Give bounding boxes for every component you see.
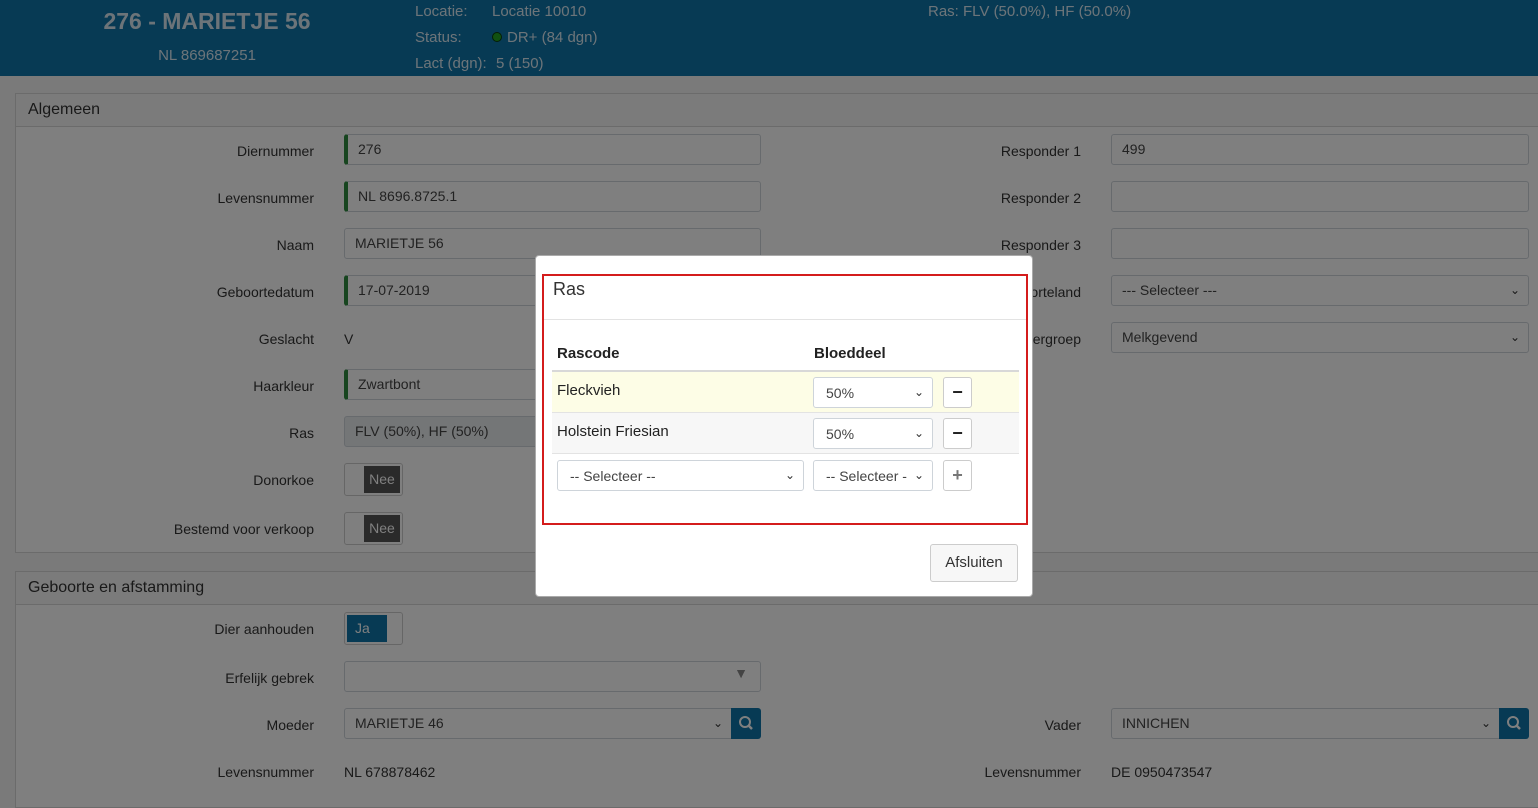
bloeddeel-select[interactable]: 50% ⌄: [813, 377, 933, 408]
rascode-cell: Holstein Friesian: [557, 423, 669, 440]
new-ras-row: -- Selecteer -- ⌄ -- Selecteer - ⌄ +: [552, 454, 1019, 500]
bloeddeel-select[interactable]: 50% ⌄: [813, 418, 933, 449]
rascode-cell: Fleckvieh: [557, 382, 621, 399]
modal-title: Ras: [553, 279, 586, 299]
chevron-down-icon: ⌄: [913, 468, 924, 482]
plus-icon: +: [952, 465, 963, 485]
chevron-down-icon: ⌄: [784, 468, 795, 482]
remove-row-button[interactable]: −: [943, 418, 972, 449]
close-button[interactable]: Afsluiten: [930, 544, 1018, 582]
col-bloeddeel: Bloeddeel: [814, 345, 886, 362]
chevron-down-icon: ⌄: [913, 385, 924, 399]
minus-icon: −: [952, 382, 963, 402]
remove-row-button[interactable]: −: [943, 377, 972, 408]
table-row: Holstein Friesian 50% ⌄ −: [552, 413, 1019, 454]
bloeddeel-value: 50%: [826, 426, 855, 442]
ras-modal-highlight: Ras Rascode Bloeddeel Fleckvieh 50% ⌄ − …: [542, 274, 1028, 525]
col-rascode: Rascode: [557, 345, 620, 362]
new-rascode-placeholder: -- Selecteer --: [570, 468, 656, 484]
ras-modal: Ras Rascode Bloeddeel Fleckvieh 50% ⌄ − …: [535, 255, 1033, 597]
add-row-button[interactable]: +: [943, 460, 972, 491]
new-bloeddeel-select[interactable]: -- Selecteer - ⌄: [813, 460, 933, 491]
table-row: Fleckvieh 50% ⌄ −: [552, 372, 1019, 413]
bloeddeel-value: 50%: [826, 385, 855, 401]
modal-divider: [544, 319, 1026, 320]
minus-icon: −: [952, 423, 963, 443]
chevron-down-icon: ⌄: [913, 426, 924, 440]
new-rascode-select[interactable]: -- Selecteer -- ⌄: [557, 460, 804, 491]
new-bloeddeel-placeholder: -- Selecteer -: [826, 468, 907, 484]
